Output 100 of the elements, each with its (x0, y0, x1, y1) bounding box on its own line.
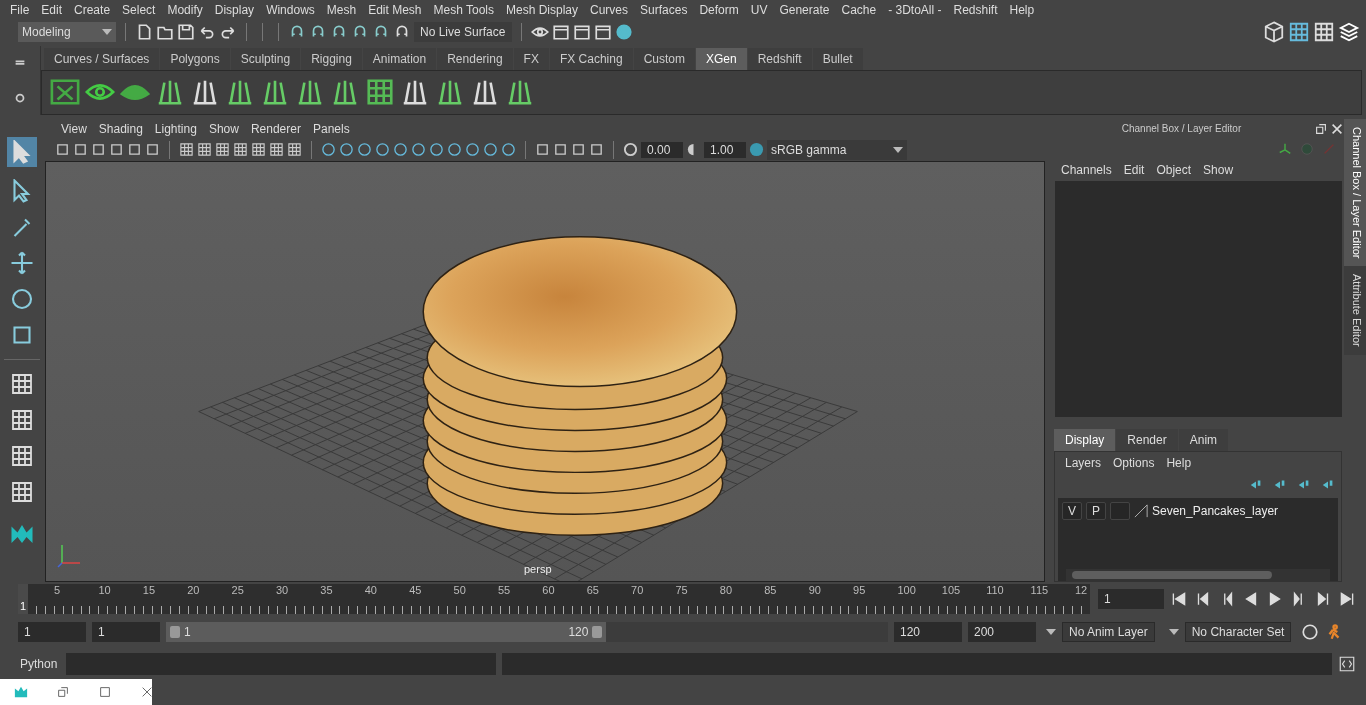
float-icon[interactable] (1314, 121, 1328, 136)
menu-item[interactable]: Cache (835, 2, 883, 17)
grid-icon[interactable] (179, 142, 194, 158)
move-tool-icon[interactable] (10, 250, 34, 275)
range-start-handle[interactable] (170, 626, 180, 639)
visibility-toggle[interactable]: V (1062, 501, 1082, 520)
viewport-menu-item[interactable]: Show (202, 121, 245, 136)
menu-item[interactable]: Deform (693, 2, 745, 17)
channel-box-menu-item[interactable]: Edit (1117, 162, 1151, 177)
menu-item[interactable]: Mesh (320, 2, 363, 17)
shelf-tab[interactable]: Bullet (812, 47, 863, 70)
side-tab[interactable]: Channel Box / Layer Editor (1344, 118, 1366, 267)
shelf-tab[interactable]: Animation (362, 47, 437, 70)
viewport-canvas[interactable]: persp (45, 160, 1045, 582)
layer-menu-item[interactable]: Layers (1059, 455, 1108, 470)
shelf-tab[interactable]: XGen (695, 47, 747, 70)
menu-item[interactable]: - 3DtoAll - (882, 2, 948, 17)
menu-item[interactable]: Modify (161, 2, 209, 17)
side-tab[interactable]: Attribute Editor (1344, 266, 1366, 356)
select-tool-icon[interactable] (7, 136, 37, 167)
shelf-tab[interactable]: Redshift (747, 47, 812, 70)
channel-box-menu-item[interactable]: Show (1197, 162, 1240, 177)
frame-number: 65 (586, 583, 600, 596)
viewport-menu-item[interactable]: Lighting (148, 121, 203, 136)
timeline-ruler[interactable]: 1 5 10 15 20 25 30 35 40 45 50 55 60 65 70 75 80 85 90 95 100 105 110 115 12 (18, 583, 1090, 614)
viewport-menu-item[interactable]: Shading (92, 121, 149, 136)
maximize-icon[interactable] (98, 685, 112, 699)
shelf-tab[interactable]: FX (513, 47, 549, 70)
viewport-menu-item[interactable]: View (55, 121, 93, 136)
menu-item[interactable]: Windows (260, 2, 321, 17)
gamma-field[interactable]: 1.00 (704, 141, 746, 158)
shelf-tab[interactable]: Custom (633, 47, 695, 70)
exposure-field[interactable]: 0.00 (641, 141, 683, 158)
layer-name[interactable]: Seven_Pancakes_layer (1152, 503, 1279, 518)
close-icon[interactable] (1330, 121, 1344, 136)
channel-box-menu-item[interactable]: Object (1150, 162, 1198, 177)
layer-editor-icon[interactable] (1338, 20, 1360, 43)
frame-number: 10 (98, 583, 112, 596)
range-start-label: 1 (184, 625, 191, 640)
layer-menu-item[interactable]: Help (1160, 455, 1198, 470)
axis-icon[interactable] (1278, 141, 1292, 156)
menu-item[interactable]: Surfaces (634, 2, 694, 17)
playback-end-field[interactable]: 120 (894, 622, 962, 643)
menu-item[interactable]: Mesh Display (500, 2, 585, 17)
menu-item[interactable]: Mesh Tools (427, 2, 500, 17)
command-input[interactable] (66, 653, 496, 676)
horizontal-scrollbar[interactable] (1066, 569, 1330, 581)
frame-number: 90 (808, 583, 822, 596)
menu-item[interactable]: Generate (773, 2, 836, 17)
layer-color-icon[interactable] (1134, 503, 1148, 518)
playback-toggle[interactable]: P (1086, 501, 1106, 520)
menu-item[interactable]: File (4, 2, 36, 17)
python-label[interactable]: Python (20, 657, 60, 672)
frame-number: 110 (986, 583, 1005, 596)
save-icon[interactable] (177, 22, 195, 41)
frame-number: 80 (719, 583, 734, 596)
script-editor-icon[interactable] (1338, 655, 1356, 674)
viewport-menu-item[interactable]: Panels (306, 121, 356, 136)
mode-dropdown[interactable]: Modeling (18, 21, 116, 42)
layer-editor-tab[interactable]: Display (1054, 428, 1116, 451)
range-bar[interactable] (166, 622, 607, 643)
frame-number: 85 (764, 583, 778, 596)
current-frame-field[interactable]: 1 (1098, 588, 1164, 609)
menu-item[interactable]: Create (68, 2, 117, 17)
layer-menu-item[interactable]: Options (1107, 455, 1161, 470)
shelf-tab[interactable]: Rendering (437, 47, 513, 70)
menu-item[interactable]: UV (744, 2, 774, 17)
frame-number: 70 (631, 583, 645, 596)
end-frame-field[interactable]: 200 (968, 622, 1036, 643)
layer-editor-tab[interactable]: Render (1116, 428, 1178, 451)
range-end-handle[interactable] (592, 626, 603, 639)
start-frame-field[interactable]: 1 (18, 622, 86, 643)
menu-item[interactable]: Help (1003, 2, 1041, 17)
viewport-menu-item[interactable]: Renderer (244, 121, 307, 136)
menu-item[interactable]: Redshift (947, 2, 1004, 17)
range-end-label: 120 (568, 625, 589, 640)
live-surface-field[interactable]: No Live Surface (414, 21, 512, 42)
menu-item[interactable]: Display (208, 2, 261, 17)
frame-number: 20 (187, 583, 201, 596)
channel-box-menu-item[interactable]: Channels (1055, 162, 1118, 177)
close-icon[interactable] (140, 685, 154, 699)
menu-item[interactable]: Edit Mesh (362, 2, 428, 17)
playback-start-field[interactable]: 1 (92, 622, 160, 643)
display-type-toggle[interactable] (1110, 501, 1130, 520)
layer-editor-tab[interactable]: Anim (1178, 428, 1229, 451)
restore-icon[interactable] (56, 685, 70, 699)
camera-label: persp (524, 563, 552, 575)
shelf-tab[interactable]: Curves / Surfaces (44, 47, 160, 70)
current-frame-marker[interactable]: 1 (18, 583, 28, 614)
menu-item[interactable]: Select (116, 2, 162, 17)
shelf-tab[interactable]: Sculpting (230, 47, 301, 70)
shelf-tab[interactable]: Polygons (160, 47, 230, 70)
color-space-dropdown[interactable]: sRGB gamma (767, 139, 907, 160)
shelf-tab[interactable]: Rigging (301, 47, 362, 70)
frame-number: 55 (497, 583, 512, 596)
shelf-tab[interactable]: FX Caching (549, 47, 633, 70)
frame-number: 30 (275, 583, 290, 596)
menu-item[interactable]: Curves (584, 2, 635, 17)
menu-item[interactable]: Edit (35, 2, 69, 17)
range-slider[interactable]: 1 120 (166, 622, 888, 643)
